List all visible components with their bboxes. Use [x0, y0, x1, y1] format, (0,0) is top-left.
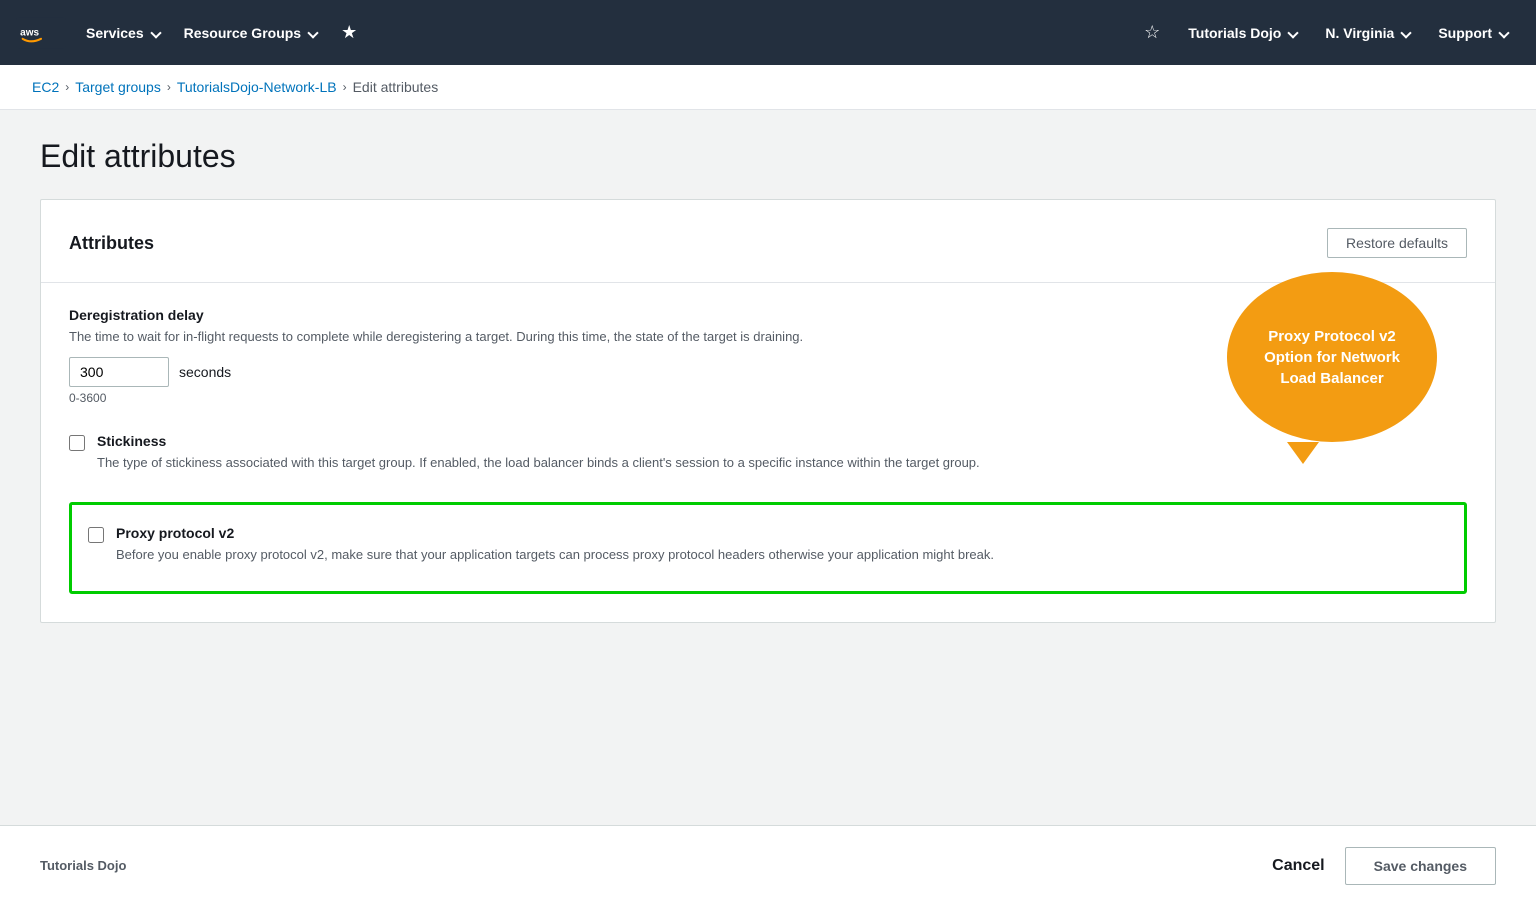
- card-header: Attributes Restore defaults: [69, 228, 1467, 258]
- page-title: Edit attributes: [40, 138, 1496, 175]
- save-changes-button[interactable]: Save changes: [1345, 847, 1496, 885]
- deregistration-unit: seconds: [179, 364, 231, 380]
- proxy-label: Proxy protocol v2: [116, 525, 994, 541]
- services-chevron-icon: [150, 27, 161, 38]
- region-menu[interactable]: N. Virginia: [1313, 17, 1422, 49]
- pin-icon[interactable]: ★: [329, 14, 369, 51]
- stickiness-description: The type of stickiness associated with t…: [97, 453, 980, 473]
- footer-actions: Cancel Save changes: [1272, 847, 1496, 885]
- top-navigation: aws Services Resource Groups ★ ☆ Tutoria…: [0, 0, 1536, 65]
- deregistration-input[interactable]: [69, 357, 169, 387]
- services-menu[interactable]: Services: [74, 17, 172, 49]
- breadcrumb-target-groups[interactable]: Target groups: [75, 79, 161, 95]
- bell-icon[interactable]: ☆: [1132, 14, 1172, 51]
- proxy-protocol-section: Proxy protocol v2 Before you enable prox…: [69, 502, 1467, 594]
- footer-brand: Tutorials Dojo: [40, 858, 126, 873]
- proxy-content: Proxy protocol v2 Before you enable prox…: [116, 525, 994, 575]
- proxy-checkbox-row: Proxy protocol v2 Before you enable prox…: [88, 521, 1448, 575]
- breadcrumb: EC2 › Target groups › TutorialsDojo-Netw…: [0, 65, 1536, 110]
- breadcrumb-sep-3: ›: [343, 80, 347, 94]
- breadcrumb-lb-name[interactable]: TutorialsDojo-Network-LB: [177, 79, 337, 95]
- main-content: Edit attributes Attributes Restore defau…: [0, 110, 1536, 822]
- tutorials-dojo-menu[interactable]: Tutorials Dojo: [1176, 17, 1309, 49]
- support-chevron-icon: [1498, 27, 1509, 38]
- support-menu[interactable]: Support: [1426, 17, 1520, 49]
- aws-logo[interactable]: aws: [16, 17, 66, 49]
- region-chevron-icon: [1401, 27, 1412, 38]
- stickiness-section: Stickiness The type of stickiness associ…: [69, 429, 1467, 483]
- card-divider: [41, 282, 1495, 283]
- resource-groups-chevron-icon: [307, 27, 318, 38]
- breadcrumb-current: Edit attributes: [353, 79, 439, 95]
- card-title: Attributes: [69, 233, 154, 254]
- breadcrumb-sep-2: ›: [167, 80, 171, 94]
- breadcrumb-ec2[interactable]: EC2: [32, 79, 59, 95]
- proxy-protocol-checkbox[interactable]: [88, 527, 104, 543]
- stickiness-label: Stickiness: [97, 433, 980, 449]
- cancel-button[interactable]: Cancel: [1272, 857, 1324, 875]
- proxy-description: Before you enable proxy protocol v2, mak…: [116, 545, 994, 565]
- restore-defaults-button[interactable]: Restore defaults: [1327, 228, 1467, 258]
- svg-text:aws: aws: [20, 27, 39, 38]
- nav-right: ☆ Tutorials Dojo N. Virginia Support: [1132, 14, 1520, 51]
- resource-groups-menu[interactable]: Resource Groups: [172, 17, 329, 49]
- stickiness-content: Stickiness The type of stickiness associ…: [97, 433, 980, 483]
- breadcrumb-sep-1: ›: [65, 80, 69, 94]
- speech-bubble: Proxy Protocol v2 Option for Network Loa…: [1227, 272, 1437, 442]
- page-footer: Tutorials Dojo Cancel Save changes: [0, 825, 1536, 905]
- tutorials-dojo-chevron-icon: [1288, 27, 1299, 38]
- stickiness-checkbox[interactable]: [69, 435, 85, 451]
- attributes-card: Attributes Restore defaults Deregistrati…: [40, 199, 1496, 623]
